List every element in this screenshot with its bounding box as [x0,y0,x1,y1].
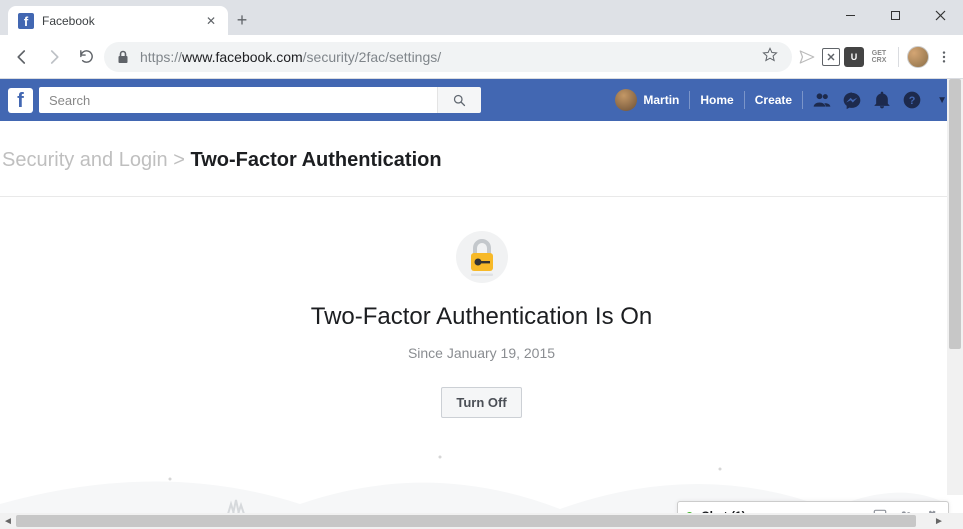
svg-text:?: ? [909,95,916,107]
help-icon[interactable]: ? [899,87,925,113]
scroll-right-arrow-icon[interactable]: ► [931,513,947,529]
two-factor-lock-icon [456,231,508,283]
horizontal-scrollbar[interactable]: ◄ ► [0,513,947,529]
account-menu-caret-icon[interactable]: ▼ [937,95,947,106]
profile-avatar-button[interactable] [907,46,929,68]
header-icon-group: ? ▼ [809,87,955,113]
breadcrumb-row: Security and Login > Two-Factor Authenti… [0,121,963,197]
messages-icon[interactable] [839,87,865,113]
close-tab-icon[interactable]: ✕ [204,14,218,28]
ublock-icon[interactable]: U [844,47,864,67]
create-link[interactable]: Create [745,79,802,121]
url-text: https://www.facebook.com/security/2fac/s… [140,49,752,65]
since-text: Since January 19, 2015 [408,345,555,361]
tab-title: Facebook [42,14,204,28]
reload-button[interactable] [72,43,100,71]
send-to-device-icon[interactable] [796,46,818,68]
close-window-button[interactable] [918,0,963,30]
bookmark-star-icon[interactable] [762,47,780,66]
friend-requests-icon[interactable] [809,87,835,113]
breadcrumb-separator: > [173,149,185,171]
browser-toolbar: https://www.facebook.com/security/2fac/s… [0,35,963,79]
breadcrumb-parent[interactable]: Security and Login [2,149,168,171]
forward-button[interactable] [40,43,68,71]
extension-box-icon[interactable] [822,48,840,66]
profile-name: Martin [643,93,679,107]
header-divider [802,91,803,109]
toolbar-separator [898,47,899,67]
lock-icon [116,50,130,64]
window-controls [828,0,963,30]
vertical-scrollbar[interactable] [947,79,963,495]
search-container [39,87,481,113]
header-right: Martin Home Create ? ▼ [605,79,955,121]
facebook-logo[interactable]: f [8,88,33,113]
facebook-favicon: f [18,13,34,29]
breadcrumb: Security and Login > Two-Factor Authenti… [0,149,963,172]
page-content: Security and Login > Two-Factor Authenti… [0,121,963,529]
profile-avatar-icon [615,89,637,111]
back-button[interactable] [8,43,36,71]
browser-tab[interactable]: f Facebook ✕ [8,6,228,35]
minimize-button[interactable] [828,0,873,30]
scroll-corner [947,513,963,529]
get-crx-icon[interactable]: GET CRX [868,46,890,68]
browser-menu-icon[interactable] [933,46,955,68]
turn-off-button[interactable]: Turn Off [441,387,521,418]
home-link[interactable]: Home [690,79,743,121]
page-viewport: f Martin Home Create [0,79,963,529]
search-button[interactable] [437,87,481,113]
maximize-button[interactable] [873,0,918,30]
new-tab-button[interactable]: + [228,6,256,34]
browser-titlebar: f Facebook ✕ + [0,0,963,35]
page-heading: Two-Factor Authentication Is On [311,303,653,331]
profile-link[interactable]: Martin [605,79,689,121]
main-content: Two-Factor Authentication Is On Since Ja… [0,197,963,418]
search-input[interactable] [39,87,437,113]
breadcrumb-current: Two-Factor Authentication [190,149,441,171]
address-bar[interactable]: https://www.facebook.com/security/2fac/s… [104,42,792,72]
facebook-header: f Martin Home Create [0,79,963,121]
scroll-left-arrow-icon[interactable]: ◄ [0,513,16,529]
extension-icons: U GET CRX [796,46,955,68]
notifications-icon[interactable] [869,87,895,113]
